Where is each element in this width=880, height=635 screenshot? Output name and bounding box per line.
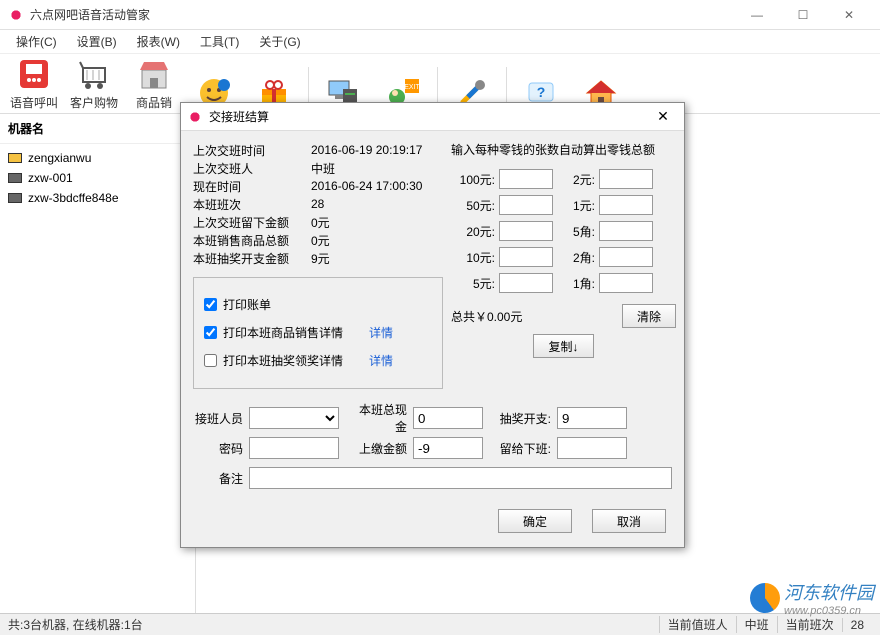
info-label: 上次交班人 xyxy=(193,160,311,177)
total-cash-label: 本班总现金 xyxy=(351,401,413,435)
info-label: 现在时间 xyxy=(193,178,311,195)
remark-label: 备注 xyxy=(193,470,249,487)
print-lottery-checkbox[interactable] xyxy=(204,354,217,367)
denom-100-input[interactable] xyxy=(499,169,553,189)
info-value: 0元 xyxy=(311,232,443,249)
denom-10-input[interactable] xyxy=(499,247,553,267)
denom-label: 20元: xyxy=(451,223,499,240)
denom-label: 5元: xyxy=(451,275,499,292)
password-label: 密码 xyxy=(193,440,249,457)
print-sale-label: 打印本班商品销售详情 xyxy=(223,324,343,341)
ok-button[interactable]: 确定 xyxy=(498,509,572,533)
info-value: 9元 xyxy=(311,250,443,267)
take-person-select[interactable] xyxy=(249,407,339,429)
denom-label: 2元: xyxy=(563,171,599,188)
dialog-close-button[interactable]: ✕ xyxy=(648,108,678,125)
detail-link[interactable]: 详情 xyxy=(369,352,393,369)
money-panel: 输入每种零钱的张数自动算出零钱总额 100元: 2元: 50元: 1元: 20元: 5… xyxy=(451,141,676,358)
dialog-titlebar: 交接班结算 ✕ xyxy=(181,103,684,131)
password-input[interactable] xyxy=(249,437,339,459)
info-label: 本班班次 xyxy=(193,196,311,213)
hand-in-input[interactable] xyxy=(413,437,483,459)
denom-label: 2角: xyxy=(563,249,599,266)
info-label: 上次交班留下金额 xyxy=(193,214,311,231)
info-value: 28 xyxy=(311,197,443,211)
denom-20-input[interactable] xyxy=(499,221,553,241)
denom-label: 5角: xyxy=(563,223,599,240)
print-lottery-label: 打印本班抽奖领奖详情 xyxy=(223,352,343,369)
info-value: 0元 xyxy=(311,214,443,231)
leave-next-label: 留给下班: xyxy=(495,440,557,457)
info-value: 2016-06-24 17:00:30 xyxy=(311,179,443,193)
denom-50-input[interactable] xyxy=(499,195,553,215)
lottery-out-input[interactable] xyxy=(557,407,627,429)
cancel-button[interactable]: 取消 xyxy=(592,509,666,533)
detail-link[interactable]: 详情 xyxy=(369,324,393,341)
total-cash-input[interactable] xyxy=(413,407,483,429)
info-value: 2016-06-19 20:19:17 xyxy=(311,143,443,157)
shift-settlement-dialog: 交接班结算 ✕ 上次交班时间2016-06-19 20:19:17 上次交班人中… xyxy=(180,102,685,548)
info-label: 上次交班时间 xyxy=(193,142,311,159)
denom-1-input[interactable] xyxy=(599,195,653,215)
print-bill-checkbox[interactable] xyxy=(204,298,217,311)
clear-button[interactable]: 清除 xyxy=(622,304,676,328)
denom-label: 50元: xyxy=(451,197,499,214)
remark-input[interactable] xyxy=(249,467,672,489)
denom-2-input[interactable] xyxy=(599,169,653,189)
hand-in-label: 上缴金额 xyxy=(351,440,413,457)
denom-5-input[interactable] xyxy=(499,273,553,293)
denom-label: 1元: xyxy=(563,197,599,214)
denom-label: 100元: xyxy=(451,171,499,188)
print-sale-checkbox[interactable] xyxy=(204,326,217,339)
denom-label: 1角: xyxy=(563,275,599,292)
money-hint: 输入每种零钱的张数自动算出零钱总额 xyxy=(451,141,676,158)
info-value: 中班 xyxy=(311,160,443,177)
print-options-group: 打印账单 打印本班商品销售详情 详情 打印本班抽奖领奖详情 详情 xyxy=(193,277,443,389)
info-label: 本班销售商品总额 xyxy=(193,232,311,249)
lottery-out-label: 抽奖开支: xyxy=(495,410,557,427)
denom-01j-input[interactable] xyxy=(599,273,653,293)
dialog-icon xyxy=(187,109,203,125)
denom-label: 10元: xyxy=(451,249,499,266)
dialog-title: 交接班结算 xyxy=(209,108,648,125)
dialog-backdrop: 交接班结算 ✕ 上次交班时间2016-06-19 20:19:17 上次交班人中… xyxy=(0,0,880,635)
copy-button[interactable]: 复制↓ xyxy=(533,334,593,358)
take-person-label: 接班人员 xyxy=(193,410,249,427)
form-block: 接班人员 本班总现金 抽奖开支: 密码 上缴金额 留给下班: xyxy=(193,403,672,493)
denom-05j-input[interactable] xyxy=(599,221,653,241)
denom-02j-input[interactable] xyxy=(599,247,653,267)
money-total: 总共￥0.00元 xyxy=(451,308,522,325)
print-bill-label: 打印账单 xyxy=(223,296,271,313)
leave-next-input[interactable] xyxy=(557,437,627,459)
info-label: 本班抽奖开支金额 xyxy=(193,250,311,267)
